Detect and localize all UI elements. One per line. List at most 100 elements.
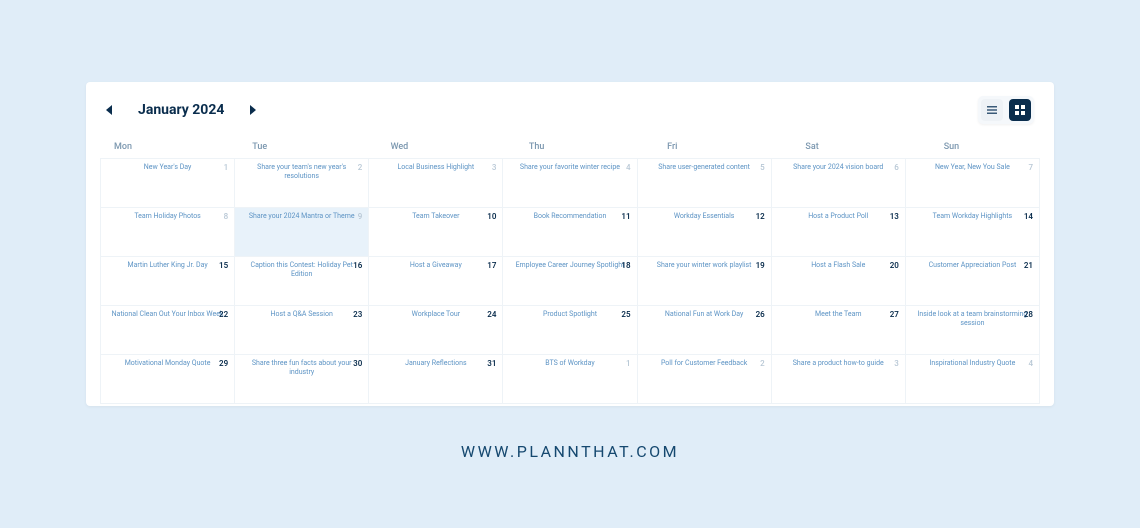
calendar-event[interactable]: Martin Luther King Jr. Day xyxy=(109,261,227,270)
calendar-cell[interactable]: Inspirational Industry Quote4 xyxy=(906,355,1040,404)
calendar-event[interactable]: Book Recommendation xyxy=(511,212,629,221)
calendar-event[interactable]: New Year's Day xyxy=(109,163,227,172)
calendar-event[interactable]: Share three fun facts about your industr… xyxy=(243,359,361,377)
calendar-cell[interactable]: Customer Appreciation Post21 xyxy=(906,257,1040,306)
calendar-event[interactable]: Team Holiday Photos xyxy=(109,212,227,221)
calendar-event[interactable]: Host a Q&A Session xyxy=(243,310,361,319)
calendar-cell[interactable]: Share your favorite winter recipe4 xyxy=(503,159,637,208)
calendar-event[interactable]: Host a Giveaway xyxy=(377,261,495,270)
calendar-cell[interactable]: Share your winter work playlist19 xyxy=(638,257,772,306)
calendar-event[interactable]: Meet the Team xyxy=(779,310,897,319)
calendar-cell[interactable]: Team Holiday Photos8 xyxy=(101,208,235,257)
calendar-cell[interactable]: Local Business Highlight3 xyxy=(369,159,503,208)
calendar-header: January 2024 xyxy=(86,82,1054,134)
calendar-event[interactable]: Host a Flash Sale xyxy=(779,261,897,270)
day-of-week-label: Sun xyxy=(916,142,1054,152)
calendar-cell[interactable]: Share your team's new year's resolutions… xyxy=(235,159,369,208)
calendar-event[interactable]: Share your team's new year's resolutions xyxy=(243,163,361,181)
calendar-cell[interactable]: Host a Flash Sale20 xyxy=(772,257,906,306)
day-number: 7 xyxy=(1028,163,1033,172)
calendar-cell[interactable]: Share a product how-to guide3 xyxy=(772,355,906,404)
calendar-event[interactable]: January Reflections xyxy=(377,359,495,368)
calendar-cell[interactable]: Host a Giveaway17 xyxy=(369,257,503,306)
calendar-cell[interactable]: Employee Career Journey Spotlight18 xyxy=(503,257,637,306)
day-of-week-row: MonTueWedThuFriSatSun xyxy=(86,134,1054,158)
calendar-cell[interactable]: Meet the Team27 xyxy=(772,306,906,355)
calendar-event[interactable]: Poll for Customer Feedback xyxy=(645,359,763,368)
calendar-cell[interactable]: New Year, New You Sale7 xyxy=(906,159,1040,208)
day-number: 13 xyxy=(890,212,899,221)
calendar-cell[interactable]: Book Recommendation11 xyxy=(503,208,637,257)
calendar-cell[interactable]: National Fun at Work Day26 xyxy=(638,306,772,355)
calendar-cell[interactable]: New Year's Day1 xyxy=(101,159,235,208)
calendar-cell[interactable]: Host a Product Poll13 xyxy=(772,208,906,257)
calendar-event[interactable]: Product Spotlight xyxy=(511,310,629,319)
calendar-event[interactable]: Share your 2024 vision board xyxy=(779,163,897,172)
prev-month-button[interactable] xyxy=(106,106,114,114)
day-number: 25 xyxy=(621,310,630,319)
calendar-cell[interactable]: Motivational Monday Quote29 xyxy=(101,355,235,404)
grid-view-button[interactable] xyxy=(1009,99,1031,121)
calendar-cell[interactable]: Team Workday Highlights14 xyxy=(906,208,1040,257)
calendar-event[interactable]: Workplace Tour xyxy=(377,310,495,319)
calendar-cell[interactable]: Workplace Tour24 xyxy=(369,306,503,355)
day-number: 12 xyxy=(756,212,765,221)
day-number: 24 xyxy=(487,310,496,319)
calendar-event[interactable]: Local Business Highlight xyxy=(377,163,495,172)
calendar-cell[interactable]: Poll for Customer Feedback2 xyxy=(638,355,772,404)
calendar-event[interactable]: Share your 2024 Mantra or Theme xyxy=(243,212,361,221)
day-number: 15 xyxy=(219,261,228,270)
calendar-grid: New Year's Day1Share your team's new yea… xyxy=(100,158,1040,404)
day-of-week-label: Thu xyxy=(501,142,639,152)
calendar-event[interactable]: Share a product how-to guide xyxy=(779,359,897,368)
calendar-cell[interactable]: Host a Q&A Session23 xyxy=(235,306,369,355)
day-number: 2 xyxy=(760,359,765,368)
calendar-event[interactable]: Team Takeover xyxy=(377,212,495,221)
calendar-event[interactable]: National Fun at Work Day xyxy=(645,310,763,319)
day-number: 3 xyxy=(492,163,497,172)
calendar-cell[interactable]: BTS of Workday1 xyxy=(503,355,637,404)
day-number: 2 xyxy=(358,163,363,172)
day-number: 27 xyxy=(890,310,899,319)
calendar-cell[interactable]: Share three fun facts about your industr… xyxy=(235,355,369,404)
calendar-event[interactable]: Team Workday Highlights xyxy=(913,212,1031,221)
calendar-cell[interactable]: Team Takeover10 xyxy=(369,208,503,257)
calendar-cell[interactable]: Product Spotlight25 xyxy=(503,306,637,355)
calendar-card: January 2024 Mo xyxy=(86,82,1054,406)
calendar-cell[interactable]: January Reflections31 xyxy=(369,355,503,404)
day-of-week-label: Tue xyxy=(224,142,362,152)
day-number: 4 xyxy=(626,163,631,172)
calendar-cell[interactable]: National Clean Out Your Inbox Week22 xyxy=(101,306,235,355)
list-view-button[interactable] xyxy=(981,99,1003,121)
calendar-cell[interactable]: Share your 2024 Mantra or Theme9 xyxy=(235,208,369,257)
day-number: 17 xyxy=(487,261,496,270)
calendar-event[interactable]: Workday Essentials xyxy=(645,212,763,221)
next-month-button[interactable] xyxy=(248,106,256,114)
calendar-event[interactable]: Share your favorite winter recipe xyxy=(511,163,629,172)
calendar-event[interactable]: Share your winter work playlist xyxy=(645,261,763,270)
calendar-event[interactable]: National Clean Out Your Inbox Week xyxy=(109,310,227,319)
calendar-cell[interactable]: Workday Essentials12 xyxy=(638,208,772,257)
calendar-event[interactable]: Caption this Contest: Holiday Pet Editio… xyxy=(243,261,361,279)
calendar-cell[interactable]: Share user-generated content5 xyxy=(638,159,772,208)
calendar-event[interactable]: Employee Career Journey Spotlight xyxy=(511,261,629,270)
calendar-event[interactable]: Host a Product Poll xyxy=(779,212,897,221)
calendar-event[interactable]: BTS of Workday xyxy=(511,359,629,368)
calendar-event[interactable]: Motivational Monday Quote xyxy=(109,359,227,368)
calendar-event[interactable]: Inspirational Industry Quote xyxy=(913,359,1031,368)
day-number: 22 xyxy=(219,310,228,319)
calendar-cell[interactable]: Inside look at a team brainstorming sess… xyxy=(906,306,1040,355)
calendar-event[interactable]: Inside look at a team brainstorming sess… xyxy=(913,310,1031,328)
day-number: 30 xyxy=(353,359,362,368)
calendar-event[interactable]: Share user-generated content xyxy=(645,163,763,172)
calendar-event[interactable]: New Year, New You Sale xyxy=(913,163,1031,172)
month-title: January 2024 xyxy=(138,102,224,118)
day-number: 31 xyxy=(487,359,496,368)
calendar-cell[interactable]: Share your 2024 vision board6 xyxy=(772,159,906,208)
day-of-week-label: Wed xyxy=(363,142,501,152)
calendar-event[interactable]: Customer Appreciation Post xyxy=(913,261,1031,270)
calendar-cell[interactable]: Caption this Contest: Holiday Pet Editio… xyxy=(235,257,369,306)
day-number: 3 xyxy=(894,359,899,368)
calendar-cell[interactable]: Martin Luther King Jr. Day15 xyxy=(101,257,235,306)
day-number: 23 xyxy=(353,310,362,319)
